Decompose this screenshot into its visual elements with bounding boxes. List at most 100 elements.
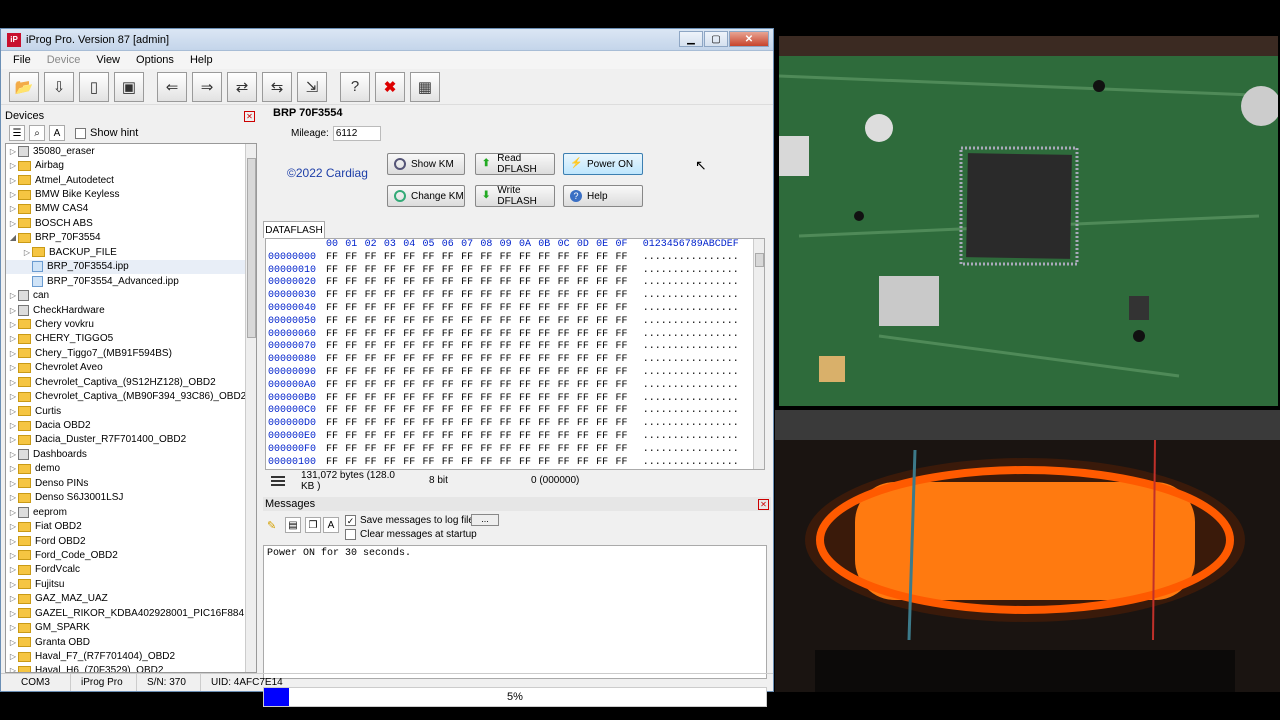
tree-item[interactable]: ▷ Granta OBD [6, 635, 256, 649]
save-icon[interactable]: ▤ [285, 517, 301, 533]
hex-byte[interactable]: FF [615, 277, 634, 290]
expand-arrow-icon[interactable]: ▷ [8, 435, 18, 444]
hex-byte[interactable]: FF [538, 418, 557, 431]
hex-row[interactable]: 00000010 FF FF FF FF FF FF FF FF FF FF FF FF FF FF FF FF… [266, 265, 764, 278]
expand-arrow-icon[interactable]: ▷ [8, 147, 18, 156]
power-on-button[interactable]: ⚡ Power ON [563, 153, 643, 175]
hex-byte[interactable]: FF [442, 341, 461, 354]
hex-byte[interactable]: FF [519, 431, 538, 444]
hex-byte[interactable]: FF [345, 354, 364, 367]
hex-byte[interactable]: FF [442, 316, 461, 329]
hex-byte[interactable]: FF [422, 316, 441, 329]
write-button[interactable]: ⇲ [297, 71, 327, 102]
hex-byte[interactable]: FF [577, 290, 596, 303]
change-km-button[interactable]: Change KM [387, 185, 465, 207]
hex-byte[interactable]: FF [384, 457, 403, 469]
hex-byte[interactable]: FF [558, 277, 577, 290]
hex-byte[interactable]: FF [326, 316, 345, 329]
hex-byte[interactable]: FF [422, 341, 441, 354]
hex-byte[interactable]: FF [422, 380, 441, 393]
hex-byte[interactable]: FF [558, 393, 577, 406]
hex-row[interactable]: 00000020 FF FF FF FF FF FF FF FF FF FF FF FF FF FF FF FF… [266, 277, 764, 290]
tree-item[interactable]: ▷ Chery vovkru [6, 317, 256, 331]
hex-byte[interactable]: FF [558, 265, 577, 278]
hex-byte[interactable]: FF [345, 265, 364, 278]
mileage-input[interactable] [332, 126, 381, 141]
hex-byte[interactable]: FF [519, 252, 538, 265]
minimize-button[interactable]: ▁ [679, 31, 703, 47]
hex-row[interactable]: 000000C0 FF FF FF FF FF FF FF FF FF FF FF FF FF FF FF FF… [266, 405, 764, 418]
hex-byte[interactable]: FF [365, 341, 384, 354]
hex-byte[interactable]: FF [519, 457, 538, 469]
hex-byte[interactable]: FF [461, 380, 480, 393]
hex-byte[interactable]: FF [384, 405, 403, 418]
hex-byte[interactable]: FF [365, 367, 384, 380]
hex-row[interactable]: 000000F0 FF FF FF FF FF FF FF FF FF FF FF FF FF FF FF FF… [266, 444, 764, 457]
hex-byte[interactable]: FF [365, 277, 384, 290]
hex-byte[interactable]: FF [326, 354, 345, 367]
expand-arrow-icon[interactable]: ▷ [8, 392, 18, 401]
hex-byte[interactable]: FF [345, 380, 364, 393]
hex-byte[interactable]: FF [384, 316, 403, 329]
hex-byte[interactable]: FF [365, 380, 384, 393]
hex-byte[interactable]: FF [519, 418, 538, 431]
hex-byte[interactable]: FF [558, 329, 577, 342]
hex-byte[interactable]: FF [500, 431, 519, 444]
hex-byte[interactable]: FF [577, 393, 596, 406]
hex-byte[interactable]: FF [480, 418, 499, 431]
stop-button[interactable]: ✖ [375, 71, 405, 102]
hex-byte[interactable]: FF [500, 316, 519, 329]
tree-item[interactable]: ▷ Chevrolet_Captiva_(MB90F394_93C86)_OBD2 [6, 389, 256, 403]
hex-byte[interactable]: FF [480, 457, 499, 469]
hex-byte[interactable]: FF [615, 316, 634, 329]
tree-item[interactable]: ▷ GAZEL_RIKOR_KDBA402928001_PIC16F884 [6, 606, 256, 620]
hex-byte[interactable]: FF [403, 354, 422, 367]
import-button[interactable]: ⇐ [157, 71, 187, 102]
hex-byte[interactable]: FF [558, 418, 577, 431]
messages-log[interactable]: Power ON for 30 seconds. [263, 545, 767, 679]
read-button[interactable]: ⇆ [262, 71, 292, 102]
hex-byte[interactable]: FF [384, 444, 403, 457]
hex-scrollbar[interactable] [753, 239, 764, 469]
expand-arrow-icon[interactable]: ▷ [8, 479, 18, 488]
hex-byte[interactable]: FF [442, 354, 461, 367]
expand-arrow-icon[interactable]: ▷ [8, 522, 18, 531]
compare-button[interactable]: ⇄ [227, 71, 257, 102]
hex-byte[interactable]: FF [442, 265, 461, 278]
hex-view[interactable]: 00 01 02 03 04 05 06 07 08 09 0A 0B 0C 0D 0E 0F 01234567… [265, 238, 765, 470]
hex-byte[interactable]: FF [422, 329, 441, 342]
hex-row[interactable]: 000000B0 FF FF FF FF FF FF FF FF FF FF FF FF FF FF FF FF… [266, 393, 764, 406]
hex-byte[interactable]: FF [345, 367, 364, 380]
expand-arrow-icon[interactable]: ▷ [8, 464, 18, 473]
tree-item[interactable]: ▷ Chevrolet_Captiva_(9S12HZ128)_OBD2 [6, 375, 256, 389]
hex-byte[interactable]: FF [500, 367, 519, 380]
hex-byte[interactable]: FF [442, 380, 461, 393]
messages-close-button[interactable]: ✕ [758, 498, 769, 510]
hex-byte[interactable]: FF [596, 290, 615, 303]
hex-byte[interactable]: FF [384, 380, 403, 393]
hex-byte[interactable]: FF [403, 316, 422, 329]
save-file-button[interactable]: ⇩ [44, 71, 74, 102]
hex-byte[interactable]: FF [480, 444, 499, 457]
hex-byte[interactable]: FF [596, 457, 615, 469]
hex-byte[interactable]: FF [345, 290, 364, 303]
hex-byte[interactable]: FF [326, 380, 345, 393]
hex-byte[interactable]: FF [442, 431, 461, 444]
hex-byte[interactable]: FF [442, 303, 461, 316]
tree-item[interactable]: ▷ demo [6, 462, 256, 476]
copy-icon[interactable]: ❐ [305, 517, 321, 533]
hex-byte[interactable]: FF [365, 316, 384, 329]
maximize-button[interactable]: ▢ [704, 31, 728, 47]
hex-byte[interactable]: FF [558, 252, 577, 265]
tree-item[interactable]: ▷ Curtis [6, 404, 256, 418]
hex-byte[interactable]: FF [558, 354, 577, 367]
hex-byte[interactable]: FF [519, 303, 538, 316]
hex-byte[interactable]: FF [538, 457, 557, 469]
hex-byte[interactable]: FF [442, 393, 461, 406]
hex-byte[interactable]: FF [538, 252, 557, 265]
hex-byte[interactable]: FF [538, 354, 557, 367]
hex-byte[interactable]: FF [500, 444, 519, 457]
hex-byte[interactable]: FF [480, 380, 499, 393]
hex-byte[interactable]: FF [538, 380, 557, 393]
hex-byte[interactable]: FF [403, 405, 422, 418]
